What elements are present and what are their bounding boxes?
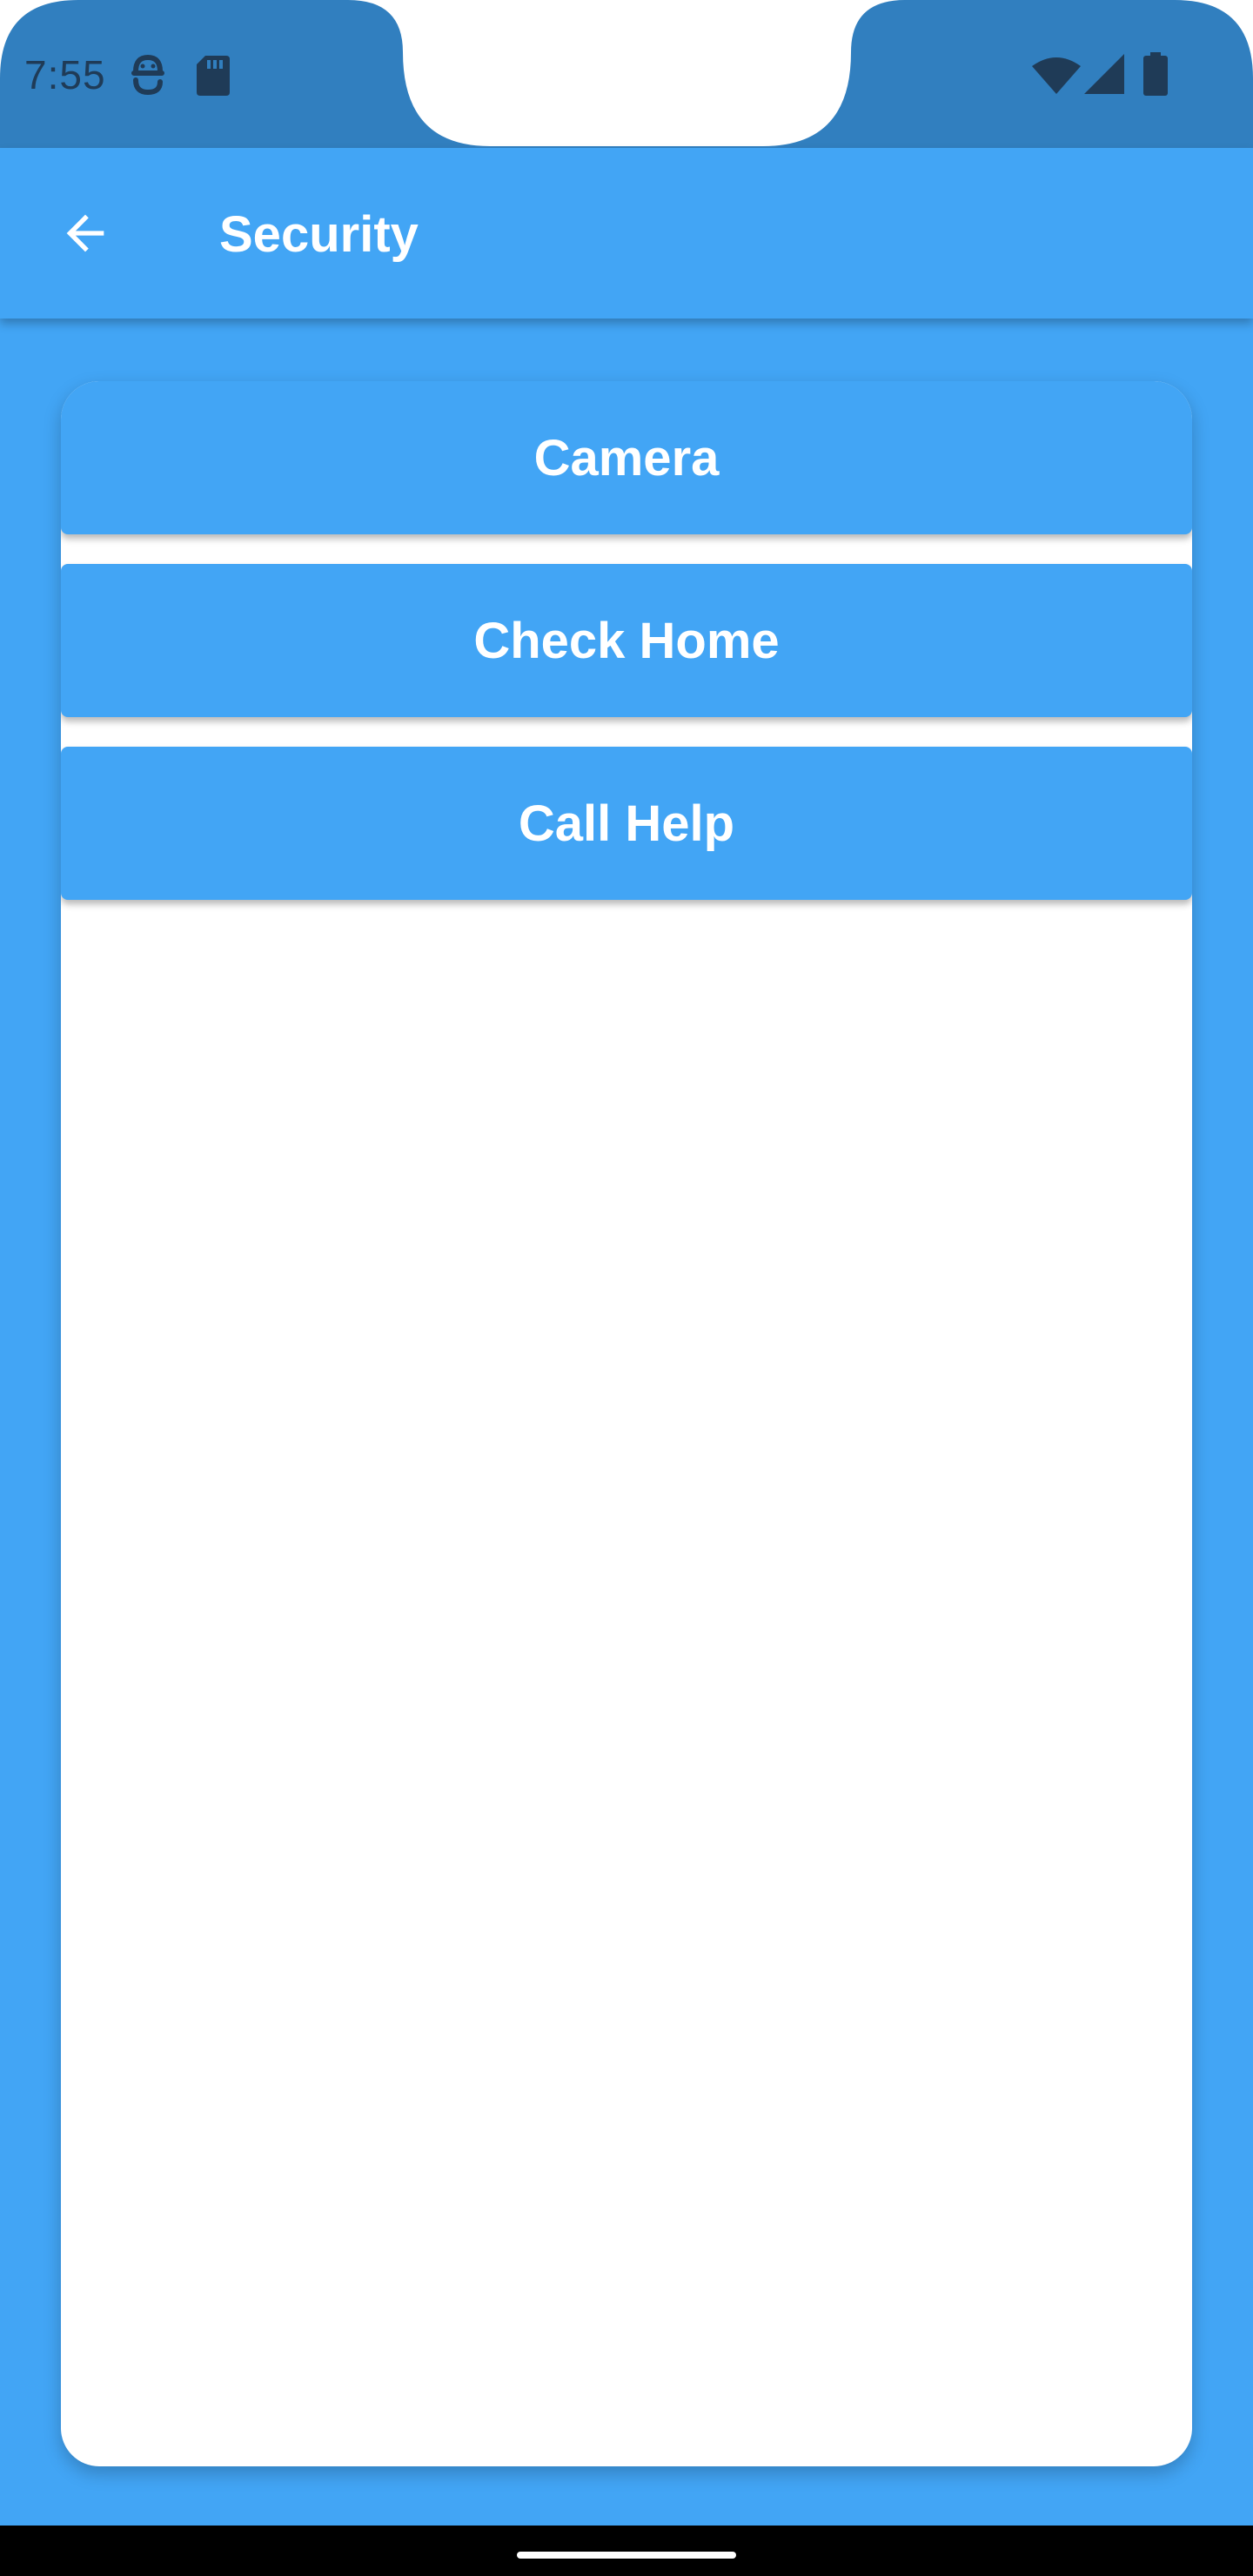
content-area: Camera Check Home Call Help: [0, 319, 1253, 2526]
call-help-button[interactable]: Call Help: [61, 747, 1192, 900]
arrow-back-icon: [66, 214, 104, 252]
page-title: Security: [219, 206, 419, 263]
wifi-icon: [1032, 57, 1081, 94]
status-time: 7:55: [24, 52, 106, 97]
system-nav-bar: [0, 2526, 1253, 2576]
home-indicator[interactable]: [517, 2552, 736, 2559]
sd-card-icon: [197, 56, 230, 96]
status-bar: 7:55: [0, 0, 1253, 150]
check-home-button[interactable]: Check Home: [61, 564, 1192, 717]
android-debug-icon: [131, 54, 164, 96]
actions-card: Camera Check Home Call Help: [61, 381, 1192, 2466]
cellular-signal-icon: [1084, 54, 1124, 94]
camera-button[interactable]: Camera: [61, 381, 1192, 534]
app-bar: Security: [0, 148, 1253, 319]
back-button[interactable]: [42, 190, 129, 277]
battery-icon: [1143, 52, 1168, 96]
